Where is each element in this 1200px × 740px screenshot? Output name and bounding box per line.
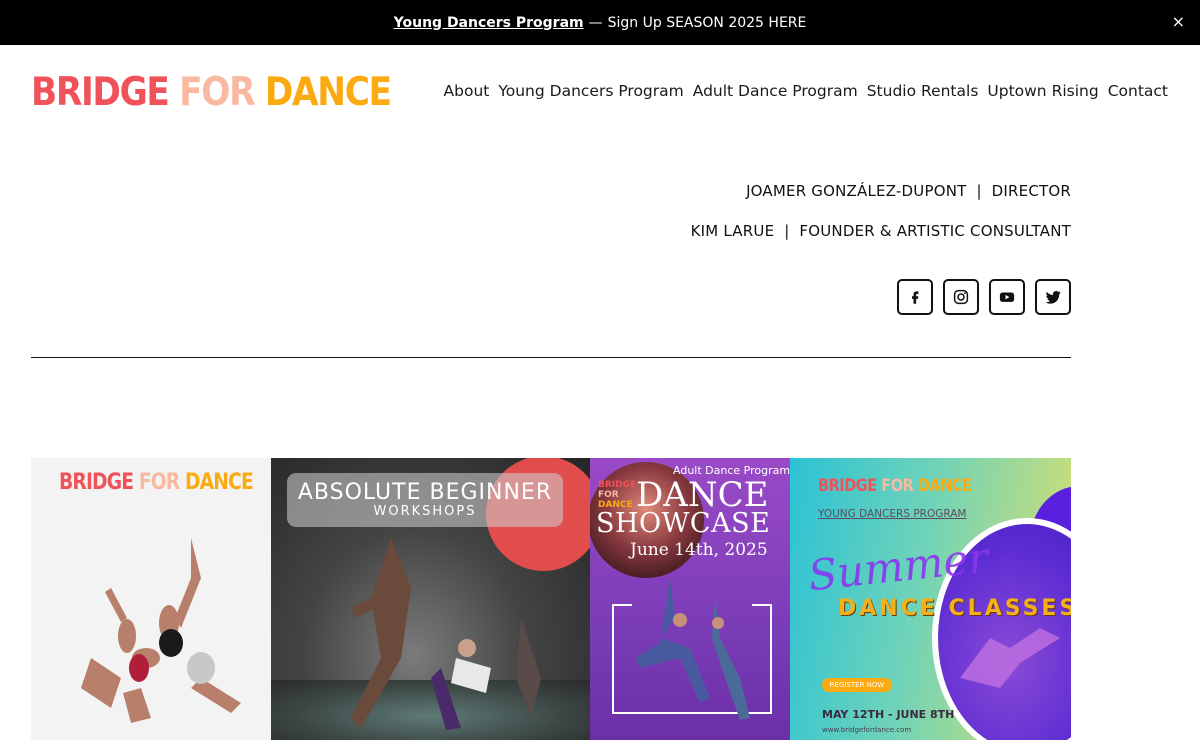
summer-url: www.bridgefordance.com [822, 726, 912, 734]
credit-name: KIM LARUE [690, 222, 775, 240]
brand-part: BRIDGE [598, 480, 637, 490]
announcement-text: Sign Up SEASON 2025 HERE [607, 14, 807, 31]
brand-part: FOR [598, 490, 619, 500]
summer-program-name: YOUNG DANCERS PROGRAM [818, 508, 967, 520]
credit-name: JOAMER GONZÁLEZ-DUPONT [746, 182, 967, 200]
credit-founder: KIM LARUE | FOUNDER & ARTISTIC CONSULTAN… [691, 222, 1071, 240]
dancers-photo [81, 538, 241, 723]
brand-part: DANCE [185, 470, 254, 495]
announcement-separator: — [588, 14, 603, 31]
gallery-tile-company[interactable]: BRIDGE FOR DANCE [31, 458, 271, 740]
credit-separator: | [976, 182, 982, 200]
logo-part-for: FOR [179, 70, 265, 115]
showcase-dancers [635, 578, 750, 720]
brand-part: BRIDGE [818, 476, 882, 496]
social-links [897, 279, 1071, 315]
nav-item-contact[interactable]: Contact [1108, 82, 1168, 100]
youtube-icon[interactable] [989, 279, 1025, 315]
brand-part: FOR [138, 470, 186, 495]
showcase-brand-logo: BRIDGE FOR DANCE [598, 480, 636, 510]
summer-brand-logo: BRIDGE FOR DANCE [818, 476, 972, 496]
logo-reflection [31, 500, 271, 520]
credit-role: DIRECTOR [991, 182, 1071, 200]
credit-separator: | [784, 222, 790, 240]
workshop-subtitle: WORKSHOPS [373, 504, 477, 519]
twitter-icon[interactable] [1035, 279, 1071, 315]
nav-item-about[interactable]: About [444, 82, 490, 100]
workshop-dancers [351, 538, 541, 730]
section-divider [31, 357, 1071, 358]
logo-part-dance: DANCE [264, 70, 392, 115]
main-nav: About Young Dancers Program Adult Dance … [444, 82, 1168, 100]
showcase-date: June 14th, 2025 [630, 540, 768, 560]
nav-item-studio-rentals[interactable]: Studio Rentals [867, 82, 979, 100]
announcement-bar: Young Dancers Program — Sign Up SEASON 2… [0, 0, 1200, 45]
close-icon[interactable]: × [1172, 12, 1185, 31]
brand-part: FOR [881, 476, 918, 496]
summer-dates: MAY 12TH - JUNE 8TH [822, 708, 955, 721]
tile-brand-logo: BRIDGE FOR DANCE [59, 470, 254, 495]
gallery-tile-dance-showcase[interactable]: Adult Dance Program BRIDGE FOR DANCE DAN… [590, 458, 790, 740]
site-logo[interactable]: BRIDGE FOR DANCE [31, 70, 392, 116]
announcement-link[interactable]: Young Dancers Program [394, 15, 584, 31]
nav-item-young-dancers-program[interactable]: Young Dancers Program [498, 82, 683, 100]
showcase-title-line2: SHOWCASE [596, 508, 771, 539]
workshop-title: ABSOLUTE BEGINNER [297, 480, 553, 505]
instagram-icon[interactable] [943, 279, 979, 315]
nav-item-adult-dance-program[interactable]: Adult Dance Program [693, 82, 858, 100]
brand-part: BRIDGE [59, 470, 139, 495]
credit-role: FOUNDER & ARTISTIC CONSULTANT [799, 222, 1071, 240]
summer-dancers [960, 628, 1060, 688]
gallery-tile-summer-classes[interactable]: BRIDGE FOR DANCE YOUNG DANCERS PROGRAM S… [790, 458, 1071, 740]
gallery-tile-beginner-workshops[interactable]: ABSOLUTE BEGINNER WORKSHOPS [271, 458, 590, 740]
facebook-icon[interactable] [897, 279, 933, 315]
nav-item-uptown-rising[interactable]: Uptown Rising [987, 82, 1098, 100]
logo-part-bridge: BRIDGE [31, 70, 180, 115]
showcase-title-line1: DANCE [636, 475, 769, 515]
credit-director: JOAMER GONZÁLEZ-DUPONT | DIRECTOR [746, 182, 1071, 200]
brand-part: DANCE [917, 476, 972, 496]
register-now-button: REGISTER NOW [822, 678, 892, 692]
